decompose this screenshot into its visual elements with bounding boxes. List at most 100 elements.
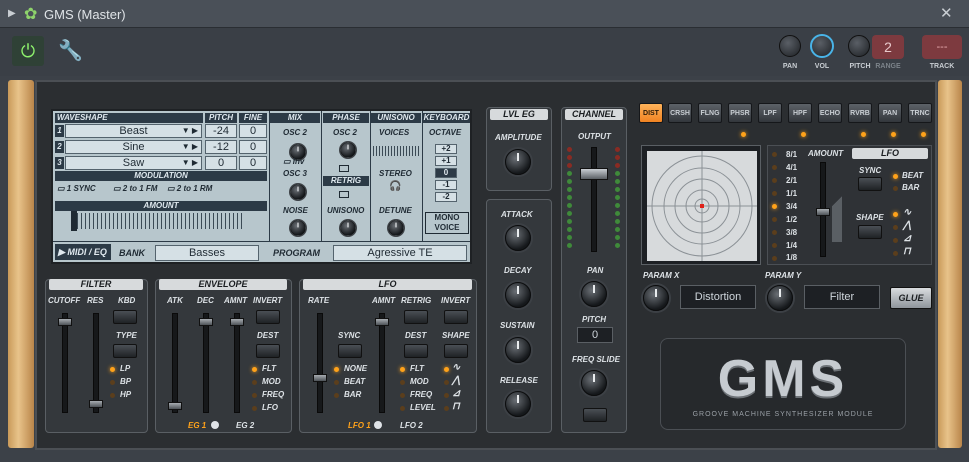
rate-3-4[interactable]: 3/4 xyxy=(786,202,797,211)
env-mod-label[interactable]: MOD xyxy=(262,377,281,386)
cutoff-slider[interactable] xyxy=(58,313,72,413)
bank-select[interactable]: Basses xyxy=(155,245,259,261)
lfo-sync-button[interactable] xyxy=(338,344,362,358)
env-flt-label[interactable]: FLT xyxy=(262,364,276,373)
sine-wave-icon[interactable]: ∿ xyxy=(903,207,911,218)
octave-zero[interactable]: 0 xyxy=(435,168,457,178)
lfo-mod-label[interactable]: MOD xyxy=(410,377,429,386)
volume-knob[interactable] xyxy=(810,34,834,58)
mix-noise-knob[interactable] xyxy=(290,220,306,236)
track-display[interactable]: --- xyxy=(922,35,962,59)
close-icon[interactable]: ✕ xyxy=(940,4,953,22)
saw-wave-icon[interactable]: ⊿ xyxy=(903,233,911,244)
sustain-knob[interactable] xyxy=(505,337,531,363)
sync-bar-label[interactable]: BAR xyxy=(344,390,361,399)
fx-echo-button[interactable]: ECHO xyxy=(818,103,842,123)
rate-1-2[interactable]: 1/2 xyxy=(786,215,797,224)
pitch-knob[interactable] xyxy=(848,35,870,57)
phase-toggle[interactable] xyxy=(339,165,349,172)
fx-shape-button[interactable] xyxy=(858,225,882,239)
triangle-wave-icon[interactable]: ⋀ xyxy=(903,220,911,231)
osc-pitch-value[interactable]: -12 xyxy=(205,140,237,154)
res-slider[interactable] xyxy=(89,313,103,413)
lfo-retrig-button[interactable] xyxy=(404,310,428,324)
channel-pitch-value[interactable]: 0 xyxy=(577,327,613,343)
lfo-freq-label[interactable]: FREQ xyxy=(410,390,432,399)
phase-unisono-knob[interactable] xyxy=(340,220,356,236)
lfo-amnt-handle[interactable] xyxy=(375,318,389,326)
res-handle[interactable] xyxy=(89,400,103,408)
mod-sync-option[interactable]: ▭ 1 SYNC xyxy=(57,184,96,193)
lfo-flt-label[interactable]: FLT xyxy=(410,364,424,373)
square-wave-icon[interactable]: ⊓ xyxy=(452,401,460,412)
eg-switch[interactable] xyxy=(211,421,219,429)
retrig-toggle[interactable] xyxy=(339,191,349,198)
lfo-invert-button[interactable] xyxy=(444,310,468,324)
triangle-wave-icon[interactable]: ⋀ xyxy=(452,375,460,386)
headphones-icon[interactable]: 🎧 xyxy=(389,181,401,192)
voices-slider[interactable] xyxy=(373,146,419,156)
fx-pan-button[interactable]: PAN xyxy=(878,103,902,123)
fx-dist-button[interactable]: DIST xyxy=(639,103,663,123)
lfo1-tab[interactable]: LFO 1 xyxy=(348,421,371,430)
mod-rm-option[interactable]: ▭ 2 to 1 RM xyxy=(167,184,212,193)
param-y-value[interactable]: Filter xyxy=(804,285,880,309)
sine-wave-icon[interactable]: ∿ xyxy=(452,362,460,373)
pan-knob[interactable] xyxy=(779,35,801,57)
output-fader[interactable] xyxy=(580,147,608,252)
fx-hpf-button[interactable]: HPF xyxy=(788,103,812,123)
atk-slider[interactable] xyxy=(168,313,182,413)
cutoff-handle[interactable] xyxy=(58,318,72,326)
env-dest-button[interactable] xyxy=(256,344,280,358)
sync-beat-label[interactable]: BEAT xyxy=(344,377,365,386)
glue-button[interactable]: GLUE xyxy=(890,287,932,309)
env-lfo-label[interactable]: LFO xyxy=(262,403,278,412)
lfo2-tab[interactable]: LFO 2 xyxy=(400,421,423,430)
osc-wave-select[interactable]: Saw ▼ ▶ xyxy=(65,156,202,170)
phase-osc2-knob[interactable] xyxy=(340,142,356,158)
collapse-arrow-icon[interactable]: ▶ xyxy=(8,8,16,19)
rate-8-1[interactable]: 8/1 xyxy=(786,150,797,159)
bp-label[interactable]: BP xyxy=(120,377,131,386)
fx-amount-slider[interactable] xyxy=(816,162,830,257)
fx-bar-label[interactable]: BAR xyxy=(902,183,919,192)
freq-slide-button[interactable] xyxy=(583,408,607,422)
rate-4-1[interactable]: 4/1 xyxy=(786,163,797,172)
settings-wrench-icon[interactable]: 🔧 xyxy=(58,38,83,63)
osc-pitch-value[interactable]: -24 xyxy=(205,124,237,138)
osc-fine-value[interactable]: 0 xyxy=(239,124,267,138)
rate-1-8[interactable]: 1/8 xyxy=(786,253,797,262)
fx-flng-button[interactable]: FLNG xyxy=(698,103,722,123)
fx-lpf-button[interactable]: LPF xyxy=(758,103,782,123)
sync-none-label[interactable]: NONE xyxy=(344,364,367,373)
mod-fm-option[interactable]: ▭ 2 to 1 FM xyxy=(113,184,157,193)
lp-label[interactable]: LP xyxy=(120,364,130,373)
fx-beat-label[interactable]: BEAT xyxy=(902,171,923,180)
fx-trnc-button[interactable]: TRNC xyxy=(908,103,932,123)
detune-knob[interactable] xyxy=(388,220,404,236)
octave-plus1[interactable]: +1 xyxy=(435,156,457,166)
range-display[interactable]: 2 xyxy=(872,35,904,59)
saw-wave-icon[interactable]: ⊿ xyxy=(452,388,460,399)
fx-amount-handle[interactable] xyxy=(816,208,830,216)
param-x-value[interactable]: Distortion xyxy=(680,285,756,309)
square-wave-icon[interactable]: ⊓ xyxy=(903,246,911,257)
mix-osc3-knob[interactable] xyxy=(290,184,306,200)
amnt-handle[interactable] xyxy=(230,318,244,326)
mono-voice-button[interactable]: MONO VOICE xyxy=(425,212,469,234)
lfo-switch[interactable] xyxy=(374,421,382,429)
decay-knob[interactable] xyxy=(505,282,531,308)
octave-plus2[interactable]: +2 xyxy=(435,144,457,154)
octave-minus1[interactable]: -1 xyxy=(435,180,457,190)
mod-amount-handle[interactable] xyxy=(71,211,77,231)
lfo-dest-button[interactable] xyxy=(404,344,428,358)
midi-eq-button[interactable]: ▶ MIDI / EQ xyxy=(55,244,111,260)
octave-minus2[interactable]: -2 xyxy=(435,192,457,202)
dec-handle[interactable] xyxy=(199,318,213,326)
eg2-tab[interactable]: EG 2 xyxy=(236,421,254,430)
release-knob[interactable] xyxy=(505,391,531,417)
program-select[interactable]: Agressive TE xyxy=(333,245,467,261)
mod-amount-slider[interactable] xyxy=(73,213,243,229)
dec-slider[interactable] xyxy=(199,313,213,413)
amplitude-knob[interactable] xyxy=(505,149,531,175)
